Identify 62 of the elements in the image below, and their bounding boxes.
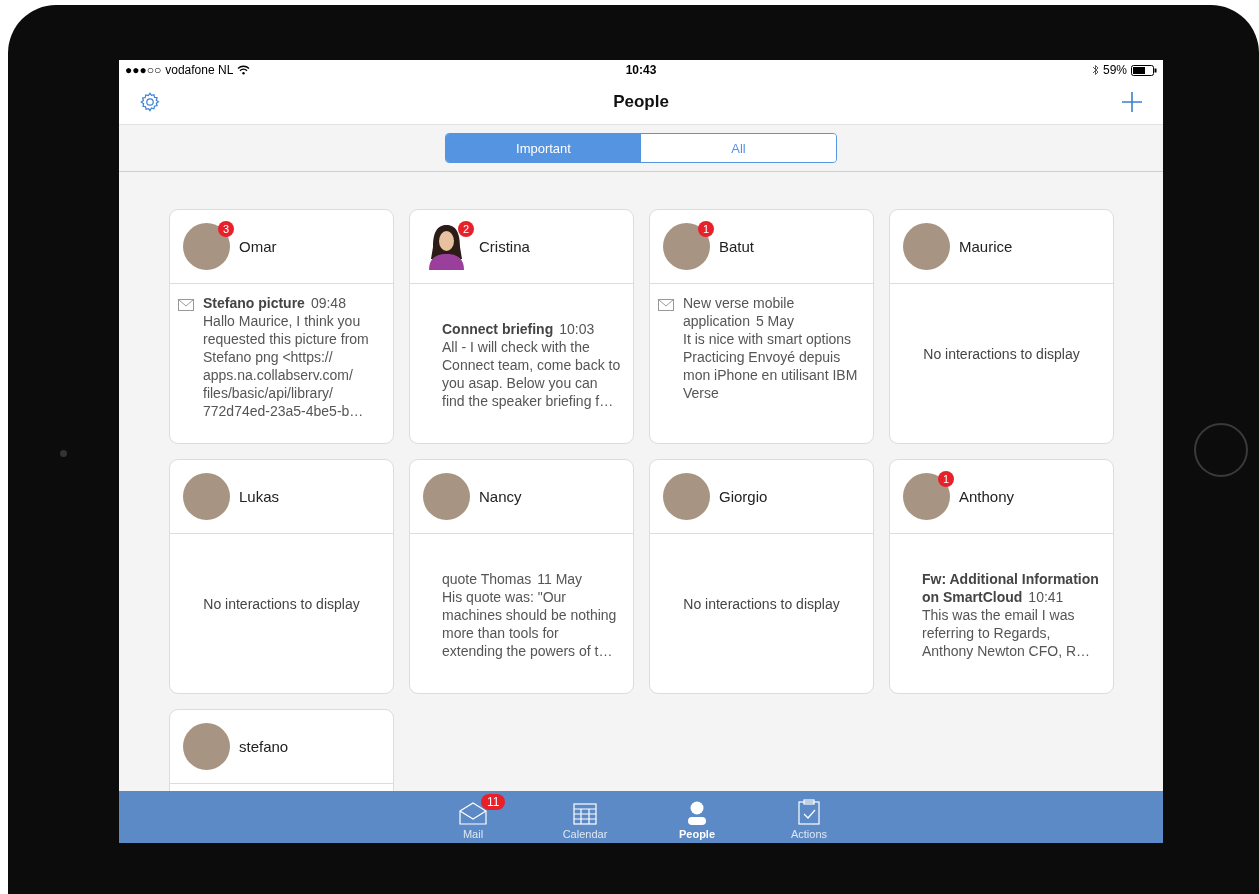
person-name: Nancy bbox=[479, 488, 522, 505]
count-badge: 2 bbox=[458, 221, 474, 237]
unread-badge: 11 bbox=[481, 794, 506, 810]
avatar-photo-placeholder bbox=[903, 473, 950, 520]
message-heading: Fw: Additional Information on SmartCloud 10:41 bbox=[922, 569, 1100, 606]
message-preview: Hallo Maurice, I think you requested this picture from Stefano png <https:// apps.na.collabserv.com/ files/basic/api/library/ 772d74ed-23a5-4be5-b… bbox=[203, 312, 370, 420]
person-card[interactable]: stefano bbox=[169, 709, 394, 791]
person-name: Batut bbox=[719, 238, 755, 255]
message-preview: This was the email I was referring to Regards, Anthony Newton CFO, R… bbox=[922, 605, 1092, 660]
status-time: 10:43 bbox=[625, 63, 657, 77]
bluetooth-icon bbox=[1092, 64, 1099, 76]
avatar-photo-placeholder bbox=[183, 223, 230, 270]
person-name: Anthony bbox=[959, 488, 1015, 505]
person-card[interactable]: 3 Omar Stefano picture 09:48 Hallo Maurice, I think you requested this picture from Stefano png <https:// apps.na.collabserv.com/ files/basic/api/library/ 772d74ed-23a5-4be5-b… bbox=[169, 209, 394, 444]
tab-bar-item[interactable]: Mail 11 bbox=[437, 791, 509, 843]
count-badge: 1 bbox=[698, 221, 714, 237]
person-card[interactable]: 1 Batut New verse mobile application 5 May It is nice with smart options Practicing Envoyé depuis mon iPhone en utilisant IBM Verse bbox=[649, 209, 874, 444]
person-card[interactable]: Nancy quote Thomas 11 May His quote was: "Our machines should be nothing more than tools for extending the powers of t… bbox=[409, 459, 634, 694]
person-name: Maurice bbox=[959, 238, 1013, 255]
open-envelope-icon bbox=[459, 801, 487, 825]
person-name: stefano bbox=[239, 738, 289, 755]
message-preview: It is nice with smart options Practicing Envoyé depuis mon iPhone en utilisant IBM Verse bbox=[683, 330, 859, 402]
person-card[interactable]: Lukas No interactions to display bbox=[169, 459, 394, 694]
wifi-icon bbox=[237, 65, 251, 75]
person-card[interactable]: Maurice No interactions to display bbox=[889, 209, 1114, 444]
clipboard-check-icon bbox=[798, 799, 820, 825]
camera-lens bbox=[60, 450, 67, 457]
page-title: People bbox=[613, 92, 669, 112]
count-badge: 3 bbox=[218, 221, 234, 237]
person-name: Lukas bbox=[239, 488, 280, 505]
battery-icon bbox=[1131, 64, 1157, 76]
battery-percent: 59% bbox=[1103, 63, 1127, 77]
tab-bar-item[interactable]: People bbox=[661, 791, 733, 843]
avatar-photo-placeholder bbox=[903, 223, 950, 270]
person-name: Giorgio bbox=[719, 488, 768, 505]
person-card[interactable]: 1 Anthony Fw: Additional Information on SmartCloud 10:41 This was the email I was referring to Regards, Anthony Newton CFO, R… bbox=[889, 459, 1114, 694]
empty-message: No interactions to display bbox=[203, 594, 360, 613]
carrier-name: vodafone NL bbox=[165, 63, 234, 77]
avatar-photo-placeholder bbox=[183, 473, 230, 520]
calendar-icon bbox=[573, 803, 597, 825]
avatar-photo-placeholder bbox=[663, 223, 710, 270]
settings-icon[interactable] bbox=[139, 91, 161, 113]
message-heading: Stefano picture 09:48 bbox=[203, 294, 347, 312]
person-name: Cristina bbox=[479, 238, 530, 255]
avatar-photo-placeholder bbox=[423, 473, 470, 520]
home-button[interactable] bbox=[1194, 423, 1248, 477]
message-heading: New verse mobile application 5 May bbox=[683, 294, 796, 330]
signal-dots: ●●●○○ bbox=[125, 63, 162, 77]
avatar-photo-placeholder bbox=[183, 723, 230, 770]
empty-message: No interactions to display bbox=[923, 344, 1080, 363]
empty-message: No interactions to display bbox=[683, 594, 840, 613]
avatar-photo-placeholder bbox=[663, 473, 710, 520]
message-preview: All - I will check with the Connect team, come back to you asap. Below you can find the speaker briefing f… bbox=[442, 337, 622, 410]
person-name: Omar bbox=[239, 238, 277, 255]
add-icon[interactable] bbox=[1121, 91, 1143, 113]
person-card[interactable]: 2 Cristina Connect briefing 10:03 All - I will check with the Connect team, come back to you asap. Below you can find the speaker briefing f… bbox=[409, 209, 634, 444]
count-badge: 1 bbox=[938, 471, 954, 487]
message-heading: quote Thomas 11 May bbox=[442, 569, 584, 588]
person-icon bbox=[686, 801, 708, 825]
message-preview: His quote was: "Our machines should be nothing more than tools for extending the powers of t… bbox=[442, 587, 618, 660]
message-heading: Connect briefing 10:03 bbox=[442, 319, 596, 338]
person-card[interactable]: Giorgio No interactions to display bbox=[649, 459, 874, 694]
